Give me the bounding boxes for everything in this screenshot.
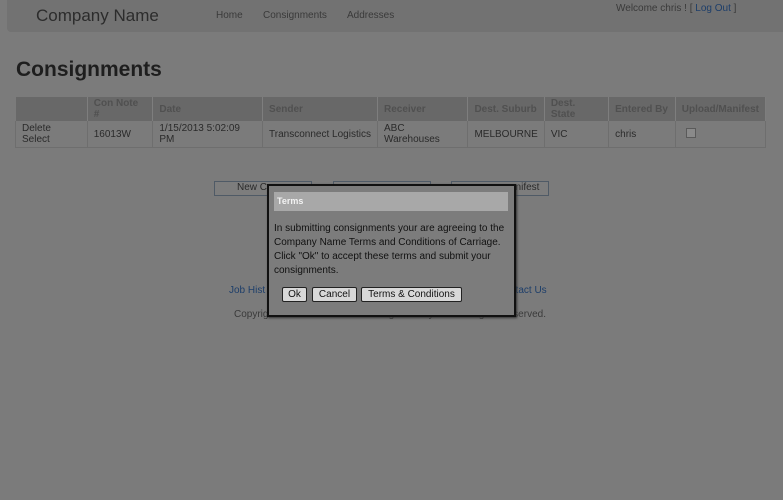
welcome-label: Welcome chris ! [ bbox=[616, 3, 693, 14]
table-row: Delete Select 16013W 1/15/2013 5:02:09 P… bbox=[15, 121, 767, 148]
job-history-link[interactable]: Job Hist bbox=[229, 285, 265, 296]
cell-sender: Transconnect Logistics bbox=[262, 121, 378, 148]
col-sender: Sender bbox=[262, 97, 378, 121]
col-receiver: Receiver bbox=[377, 97, 469, 121]
col-dest-suburb: Dest. Suburb bbox=[467, 97, 545, 121]
welcome-bracket: ] bbox=[733, 3, 737, 14]
cell-dest-suburb: MELBOURNE bbox=[467, 121, 545, 148]
top-header: Company Name Home Consignments Addresses… bbox=[7, 0, 783, 32]
cell-con-note: 16013W bbox=[86, 121, 154, 148]
cancel-button[interactable]: Cancel bbox=[312, 287, 357, 302]
logout-link[interactable]: Log Out bbox=[695, 3, 731, 14]
terms-conditions-button[interactable]: Terms & Conditions bbox=[361, 287, 462, 302]
brand-name: Company Name bbox=[36, 6, 159, 25]
table-header-row: Con Note # Date Sender Receiver Dest. Su… bbox=[15, 97, 767, 121]
nav-addresses[interactable]: Addresses bbox=[347, 10, 394, 21]
welcome-text: Welcome chris ! [ Log Out ] bbox=[616, 3, 736, 14]
col-entered-by: Entered By bbox=[608, 97, 676, 121]
new-consignment-label: New C bbox=[237, 182, 268, 193]
col-upload-manifest: Upload/Manifest bbox=[675, 97, 767, 121]
upload-manifest-checkbox[interactable] bbox=[685, 127, 696, 138]
cell-entered-by: chris bbox=[608, 121, 676, 148]
dialog-message-line: In submitting consignments your are agre… bbox=[274, 223, 505, 234]
consignments-table: Con Note # Date Sender Receiver Dest. Su… bbox=[15, 97, 767, 148]
nav-home[interactable]: Home bbox=[216, 10, 243, 21]
nav-consignments[interactable]: Consignments bbox=[263, 10, 327, 21]
cell-upload-manifest bbox=[674, 121, 767, 148]
col-date: Date bbox=[152, 97, 264, 121]
dialog-message: In submitting consignments your are agre… bbox=[274, 222, 510, 278]
cell-dest-state: VIC bbox=[543, 121, 610, 148]
dialog-message-line: Click "Ok" to accept these terms and sub… bbox=[274, 251, 491, 262]
page-title: Consignments bbox=[16, 58, 162, 81]
dialog-message-line: consignments. bbox=[274, 265, 339, 276]
col-actions bbox=[15, 97, 88, 121]
col-con-note: Con Note # bbox=[87, 97, 154, 121]
row-actions-link[interactable]: Delete Select bbox=[15, 121, 88, 148]
terms-dialog: Terms In submitting consignments your ar… bbox=[267, 184, 516, 317]
col-dest-state: Dest. State bbox=[544, 97, 610, 121]
dialog-title-bar: Terms bbox=[274, 192, 508, 211]
cell-receiver: ABC Warehouses bbox=[376, 121, 469, 148]
ok-button[interactable]: Ok bbox=[282, 287, 307, 302]
dialog-message-line: Company Name Terms and Conditions of Car… bbox=[274, 237, 501, 248]
cell-date: 1/15/2013 5:02:09 PM bbox=[152, 121, 264, 148]
